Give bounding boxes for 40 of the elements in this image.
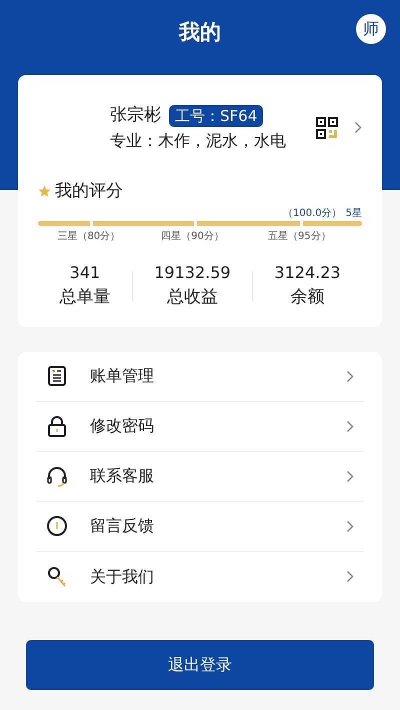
qr-code-icon[interactable] [316, 116, 338, 139]
menu-item[interactable]: 留言反馈 [36, 502, 364, 552]
menu-item[interactable]: 联系客服 [36, 452, 364, 502]
bill-icon [46, 365, 68, 387]
chevron-icon [346, 420, 354, 432]
stat-value: 3124.23 [273, 262, 342, 284]
stat-label: 总单量 [58, 286, 112, 309]
menu-item[interactable]: 关于我们 [36, 552, 364, 602]
stat-label: 余额 [290, 286, 326, 309]
chevron-icon [354, 121, 362, 134]
rating-mark-label: 五星（95分） [268, 230, 331, 244]
logout-button[interactable]: 退出登录 [26, 640, 374, 690]
stat-label: 总收益 [166, 286, 219, 309]
rating-mark-label: 四星（90分） [161, 230, 224, 244]
star-icon [38, 184, 51, 198]
chevron-icon [346, 520, 354, 532]
user-name: 张宗彬 [110, 104, 161, 127]
employee-id-badge: 工号：SF64 [169, 104, 264, 127]
lock-icon [46, 415, 68, 437]
star-level-text: 5星 [346, 207, 362, 221]
rating-mark-label: 三星（80分） [57, 230, 120, 244]
page-title: 我的 [179, 19, 221, 46]
score-text: （100.0分） [282, 207, 342, 221]
menu-label: 账单管理 [90, 365, 155, 387]
chevron-icon [346, 570, 354, 583]
menu-label: 联系客服 [90, 465, 155, 487]
info-circle-icon [46, 515, 68, 537]
key-icon [46, 566, 68, 588]
menu-label: 留言反馈 [90, 515, 155, 537]
headset-icon [46, 465, 68, 487]
stat-value: 341 [68, 262, 102, 284]
rating-title: 我的评分 [55, 180, 123, 202]
menu-item[interactable]: 账单管理 [36, 352, 364, 402]
menu-label: 关于我们 [90, 566, 155, 588]
menu-label: 修改密码 [90, 415, 155, 437]
chevron-icon [346, 470, 354, 482]
chevron-icon [346, 370, 354, 382]
menu-item[interactable]: 修改密码 [36, 402, 364, 452]
specialty-text: 专业：木作，泥水，水电 [110, 130, 287, 152]
stat-value: 19132.59 [153, 262, 232, 284]
